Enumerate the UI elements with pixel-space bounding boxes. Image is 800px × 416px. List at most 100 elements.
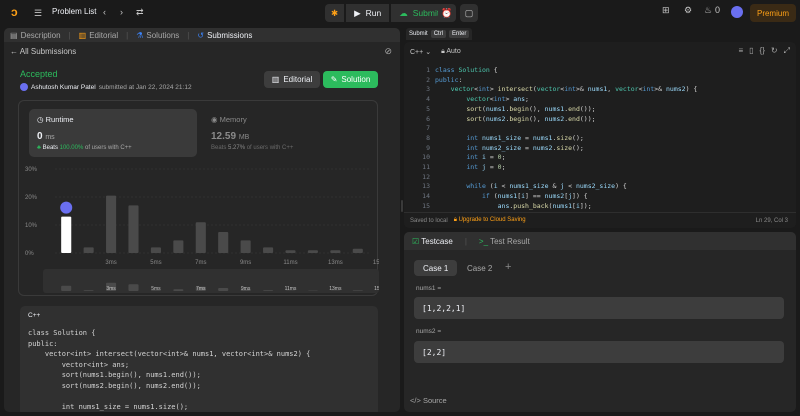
author-name[interactable]: Ashutosh Kumar Patel <box>31 84 96 91</box>
chart-bar[interactable] <box>150 247 161 253</box>
line-number: 12 <box>422 172 430 181</box>
chart-bar[interactable] <box>263 247 274 253</box>
chart-bar[interactable] <box>240 240 251 253</box>
line-number: 11 <box>422 163 430 172</box>
problem-list-link[interactable]: Problem List <box>52 7 96 16</box>
line-number: 6 <box>426 114 430 123</box>
overview-bar <box>218 288 229 291</box>
code-line: sort(nums2.begin(), nums2.end()); <box>28 381 201 390</box>
list-icon[interactable]: ☰ <box>34 7 42 19</box>
saved-status: Saved to local <box>410 217 448 224</box>
lock-icon: 🔒︎ <box>441 48 445 55</box>
x-tick-label: 9ms <box>240 260 251 266</box>
edit-icon: ✎ <box>330 75 338 84</box>
case-2-tab[interactable]: Case 2 <box>458 260 501 276</box>
link-icon[interactable]: ⊘ <box>384 46 392 57</box>
line-number: 13 <box>422 182 430 191</box>
chart-bar[interactable] <box>173 240 184 253</box>
add-case-icon[interactable]: + <box>505 261 511 273</box>
prev-problem-icon[interactable]: ‹ <box>103 6 106 18</box>
shuffle-icon[interactable]: ⇄ <box>136 6 144 18</box>
beats-icon: ♣ <box>37 145 41 151</box>
upgrade-link[interactable]: 🔒︎ Upgrade to Cloud Saving <box>454 217 526 224</box>
panel-resize-handle[interactable] <box>401 200 403 212</box>
note-button[interactable]: ▢ <box>460 4 478 22</box>
top-bar: ↄ ☰ Problem List ‹ › ⇄ ✱ ▶ Run ☁ Submit ⏰ … <box>0 0 800 26</box>
source-link[interactable]: </> Source <box>410 396 447 405</box>
chart-bar[interactable] <box>285 250 296 253</box>
format-icon[interactable]: ≡ <box>738 46 743 56</box>
chart-bar[interactable] <box>83 247 94 253</box>
tab-test-result[interactable]: >_ Test Result <box>479 237 530 246</box>
user-avatar-marker <box>60 201 73 214</box>
bookmark-icon[interactable]: ▯ <box>749 46 753 56</box>
terminal-icon: >_ <box>478 236 489 246</box>
auto-mode[interactable]: 🔒︎ Auto <box>441 48 461 56</box>
run-button[interactable]: ▶ Run <box>346 4 390 22</box>
line-number: 14 <box>422 192 430 201</box>
layout-icon[interactable]: ⊞ <box>662 5 670 16</box>
nums1-input[interactable]: [1,2,2,1] <box>414 297 784 319</box>
case-1-tab[interactable]: Case 1 <box>414 260 458 276</box>
runtime-unit: ms <box>45 134 55 141</box>
debug-button[interactable]: ✱ <box>325 4 345 22</box>
expand-icon[interactable]: ⤢ <box>784 46 790 56</box>
arrow-left-icon: ← <box>10 47 18 56</box>
code-line: int nums1_size = nums1.size(); <box>28 402 189 411</box>
history-icon: ↺ <box>197 30 205 40</box>
chart-bar[interactable] <box>195 222 206 253</box>
all-submissions-link[interactable]: ← All Submissions <box>10 47 76 56</box>
play-icon: ▶ <box>354 7 361 18</box>
leetcode-logo[interactable]: ↄ <box>11 6 23 19</box>
overview-tick-label: 11ms <box>285 286 297 292</box>
fire-icon[interactable]: ♨ <box>704 5 712 16</box>
line-number: 3 <box>426 85 430 94</box>
chart-bar[interactable] <box>352 248 363 253</box>
avatar[interactable] <box>731 6 743 18</box>
code-editor[interactable]: class Solution { public: vector<int> int… <box>435 66 697 212</box>
left-tabs: ▤ Description | ▥ Editorial | ⚗ Solutions |… <box>4 28 400 42</box>
author-avatar <box>20 83 28 91</box>
tab-testcase[interactable]: ☑ Testcase <box>412 237 453 246</box>
tab-submissions[interactable]: ↺ Submissions <box>197 31 252 40</box>
tab-description[interactable]: ▤ Description <box>10 31 61 40</box>
chart-bar[interactable] <box>106 195 117 253</box>
chart-bar[interactable] <box>330 250 341 253</box>
x-tick-label: 11ms <box>283 260 297 266</box>
alarm-button[interactable]: ⏰ <box>438 4 456 22</box>
solution-button[interactable]: ✎ Solution <box>323 71 378 88</box>
overview-bar <box>61 285 72 291</box>
reset-icon[interactable]: ↻ <box>771 46 778 56</box>
language-select[interactable]: C++ ⌄ <box>410 48 431 56</box>
submit-shortcut-hint: Submit Ctrl Enter <box>406 28 473 40</box>
overview-bar <box>263 290 274 291</box>
y-tick-label: 10% <box>25 223 38 229</box>
clock-icon: ◷ <box>37 115 44 124</box>
code-line: class Solution { <box>28 329 96 337</box>
braces-icon[interactable]: {} <box>760 46 765 56</box>
editorial-button[interactable]: ▥ Editorial <box>264 71 320 88</box>
nums1-label: nums1 = <box>416 285 442 292</box>
chart-bar[interactable] <box>61 216 72 253</box>
overview-bar <box>128 284 139 291</box>
tab-editorial[interactable]: ▥ Editorial <box>79 31 118 40</box>
settings-icon[interactable]: ⚙ <box>684 5 692 16</box>
chart-bar[interactable] <box>218 232 229 253</box>
memory-label: Memory <box>219 115 247 124</box>
runtime-beats-pct: 100.00% <box>59 145 84 151</box>
chart-bar[interactable] <box>307 250 318 253</box>
nums2-input[interactable]: [2,2] <box>414 341 784 363</box>
code-line: public: <box>28 339 58 348</box>
premium-button[interactable]: Premium <box>750 4 796 22</box>
chart-bar[interactable] <box>128 205 139 253</box>
runtime-label: Runtime <box>45 115 74 124</box>
tab-solutions[interactable]: ⚗ Solutions <box>136 31 179 40</box>
next-problem-icon[interactable]: › <box>120 6 123 18</box>
runtime-card[interactable]: ◷ Runtime 0 ms ♣ Beats 100.00% of users … <box>29 109 197 157</box>
overview-tick-label: 7ms <box>196 286 206 292</box>
overview-tick-label: 5ms <box>151 286 161 292</box>
code-line: sort(nums1.begin(), nums1.end()); <box>28 371 201 379</box>
runtime-distribution-chart[interactable]: 30% 20% 10% 0% 3ms 5ms 7ms 9ms 11ms 13ms 15ms 3ms 5m… <box>19 161 379 297</box>
overview-bar <box>352 290 363 291</box>
